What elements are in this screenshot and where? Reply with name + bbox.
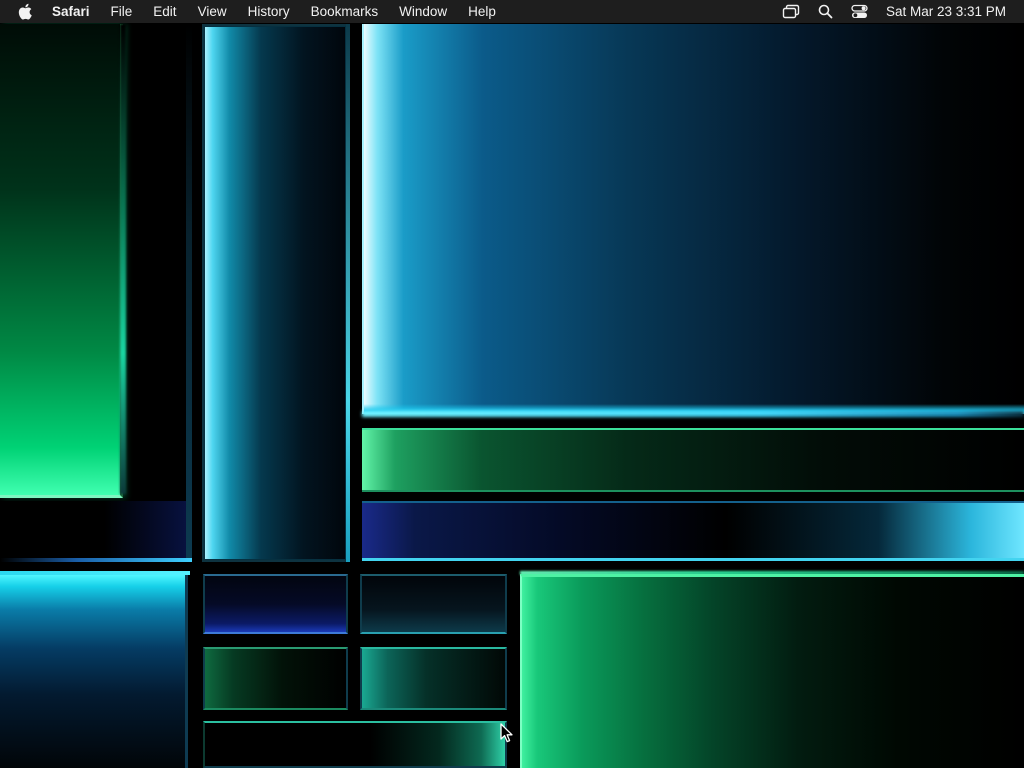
wallpaper-edge-tall-left [186,24,192,558]
screen-mirroring-icon[interactable] [782,4,800,19]
wallpaper-panel-green-big [520,574,1024,768]
arrow-cursor-icon [500,723,514,743]
menu-view[interactable]: View [198,0,227,23]
wallpaper-cell-bottom [203,721,507,768]
menu-bar-right: Sat Mar 23 3:31 PM [764,0,1024,23]
wallpaper-cell-teal [360,574,507,634]
wallpaper-panel-big-blue [362,24,1024,414]
desktop-screen: Safari File Edit View History Bookmarks … [0,0,1024,768]
wallpaper-panel-left-green [0,24,123,498]
menu-bookmarks[interactable]: Bookmarks [311,0,379,23]
wallpaper-glow-big-bottom [362,411,1024,417]
wallpaper-cell-aqua [360,647,507,710]
menu-bar-left: Safari File Edit View History Bookmarks … [0,0,517,23]
search-icon[interactable] [818,4,833,19]
wallpaper-glow-left-bar [0,558,192,562]
menu-app-name[interactable]: Safari [52,0,90,23]
apple-logo-icon[interactable] [18,3,34,21]
wallpaper-panel-left-cyan [0,575,188,768]
wallpaper-glow-left [120,24,126,494]
wallpaper-panel-blue-bar [362,501,1024,561]
wallpaper-panel-green-bar [362,428,1024,492]
control-center-icon[interactable] [851,4,868,19]
wallpaper-edge-tall-right [346,24,350,562]
menu-window[interactable]: Window [399,0,447,23]
wallpaper-cell-blue [203,574,348,634]
wallpaper-panel-left-dark [0,501,190,561]
menu-file[interactable]: File [111,0,133,23]
wallpaper-cell-green [203,647,348,710]
wallpaper-panel-tall [202,24,348,562]
menu-bar-clock[interactable]: Sat Mar 23 3:31 PM [886,4,1006,19]
menu-history[interactable]: History [248,0,290,23]
menu-edit[interactable]: Edit [153,0,176,23]
menu-help[interactable]: Help [468,0,496,23]
menu-bar: Safari File Edit View History Bookmarks … [0,0,1024,23]
desktop-wallpaper [0,23,1024,768]
